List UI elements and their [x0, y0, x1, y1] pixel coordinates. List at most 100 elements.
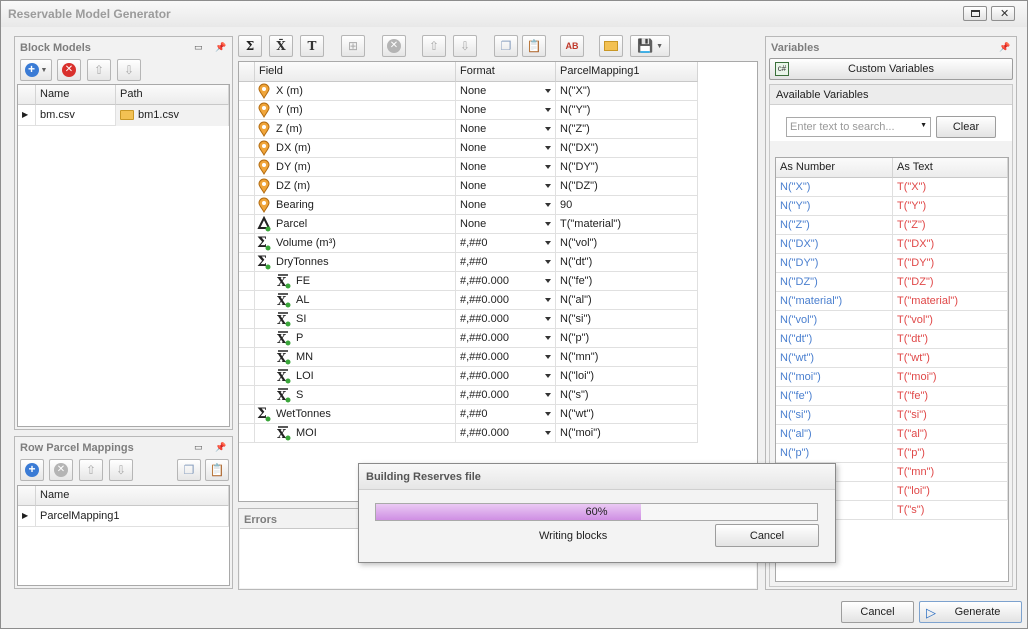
mapping-cell[interactable]: 90	[556, 196, 698, 215]
format-dropdown[interactable]: None	[456, 196, 556, 215]
format-dropdown[interactable]: #,##0.000	[456, 348, 556, 367]
field-cell[interactable]: DY (m)	[255, 158, 456, 177]
paste-button[interactable]: 📋	[522, 35, 546, 57]
close-button[interactable]: ✕	[991, 6, 1015, 21]
as-number-cell[interactable]: N("moi")	[776, 368, 893, 387]
mapping-cell[interactable]: N("s")	[556, 386, 698, 405]
as-number-cell[interactable]: N("si")	[776, 406, 893, 425]
field-cell[interactable]: DX (m)	[255, 139, 456, 158]
as-number-cell[interactable]: N("al")	[776, 425, 893, 444]
variable-row[interactable]: N("fe") T("fe")	[776, 387, 1008, 406]
field-cell[interactable]: X FE	[255, 272, 456, 291]
mapping-row[interactable]: X MN #,##0.000 N("mn")	[239, 348, 698, 367]
mapping-cell[interactable]: N("moi")	[556, 424, 698, 443]
field-cell[interactable]: X AL	[255, 291, 456, 310]
text-field-button[interactable]: T	[300, 35, 324, 57]
variable-row[interactable]: N("wt") T("wt")	[776, 349, 1008, 368]
remove-model-button[interactable]: ✕	[57, 59, 81, 81]
column-header-name[interactable]: Name	[36, 486, 229, 506]
mapping-row[interactable]: Σ Volume (m³) #,##0 N("vol")	[239, 234, 698, 253]
format-dropdown[interactable]: None	[456, 139, 556, 158]
mapping-cell[interactable]: N("vol")	[556, 234, 698, 253]
format-dropdown[interactable]: None	[456, 120, 556, 139]
clear-button[interactable]: Clear	[936, 116, 996, 138]
as-number-cell[interactable]: N("Z")	[776, 216, 893, 235]
cancel-button[interactable]: Cancel	[841, 601, 914, 623]
variable-row[interactable]: N("vol") T("vol")	[776, 311, 1008, 330]
model-name-cell[interactable]: bm.csv	[36, 105, 116, 126]
column-header-as-text[interactable]: As Text	[893, 158, 1008, 178]
sum-field-button[interactable]: Σ	[238, 35, 262, 57]
as-number-cell[interactable]: N("X")	[776, 178, 893, 197]
mapping-row[interactable]: X AL #,##0.000 N("al")	[239, 291, 698, 310]
mapping-cell[interactable]: N("X")	[556, 82, 698, 101]
mapping-cell[interactable]: N("al")	[556, 291, 698, 310]
variable-row[interactable]: N("si") T("si")	[776, 406, 1008, 425]
column-header-format[interactable]: Format	[456, 62, 556, 82]
mapping-row[interactable]: X MOI #,##0.000 N("moi")	[239, 424, 698, 443]
copy-button[interactable]: ❐	[177, 459, 201, 481]
field-cell[interactable]: DZ (m)	[255, 177, 456, 196]
format-dropdown[interactable]: None	[456, 215, 556, 234]
mapping-cell[interactable]: N("mn")	[556, 348, 698, 367]
as-number-cell[interactable]: N("p")	[776, 444, 893, 463]
format-dropdown[interactable]: #,##0	[456, 234, 556, 253]
format-dropdown[interactable]: None	[456, 158, 556, 177]
mapping-row[interactable]: X FE #,##0.000 N("fe")	[239, 272, 698, 291]
mapping-cell[interactable]: N("dt")	[556, 253, 698, 272]
format-dropdown[interactable]: None	[456, 82, 556, 101]
column-header-field[interactable]: Field	[255, 62, 456, 82]
mapping-row[interactable]: DX (m) None N("DX")	[239, 139, 698, 158]
maximize-icon[interactable]: ▭	[194, 442, 203, 453]
field-cell[interactable]: X (m)	[255, 82, 456, 101]
as-number-cell[interactable]: N("fe")	[776, 387, 893, 406]
variable-row[interactable]: N("dt") T("dt")	[776, 330, 1008, 349]
custom-variables-button[interactable]: c# Custom Variables	[769, 58, 1013, 80]
mapping-row[interactable]: X S #,##0.000 N("s")	[239, 386, 698, 405]
variable-row[interactable]: N("DX") T("DX")	[776, 235, 1008, 254]
variable-row[interactable]: N("Z") T("Z")	[776, 216, 1008, 235]
variable-row[interactable]: N("Y") T("Y")	[776, 197, 1008, 216]
as-text-cell[interactable]: T("si")	[893, 406, 1008, 425]
pin-icon[interactable]: 📌	[215, 42, 226, 53]
add-model-button[interactable]: + ▼	[20, 59, 52, 81]
as-text-cell[interactable]: T("s")	[893, 501, 1008, 520]
save-button[interactable]: 💾 ▼	[630, 35, 670, 57]
open-button[interactable]	[599, 35, 623, 57]
as-text-cell[interactable]: T("mn")	[893, 463, 1008, 482]
as-text-cell[interactable]: T("wt")	[893, 349, 1008, 368]
format-dropdown[interactable]: #,##0.000	[456, 329, 556, 348]
field-cell[interactable]: X MN	[255, 348, 456, 367]
move-up-button[interactable]: ⇧	[79, 459, 103, 481]
column-header-mapping[interactable]: ParcelMapping1	[556, 62, 698, 82]
format-dropdown[interactable]: #,##0.000	[456, 310, 556, 329]
variable-row[interactable]: N("DY") T("DY")	[776, 254, 1008, 273]
mapping-cell[interactable]: N("si")	[556, 310, 698, 329]
as-text-cell[interactable]: T("DY")	[893, 254, 1008, 273]
as-text-cell[interactable]: T("vol")	[893, 311, 1008, 330]
generate-button[interactable]: ▷ Generate	[919, 601, 1022, 623]
format-dropdown[interactable]: None	[456, 101, 556, 120]
as-text-cell[interactable]: T("p")	[893, 444, 1008, 463]
as-text-cell[interactable]: T("moi")	[893, 368, 1008, 387]
field-cell[interactable]: Z (m)	[255, 120, 456, 139]
add-field-button[interactable]: ⊞	[341, 35, 365, 57]
delete-field-button[interactable]: ✕	[382, 35, 406, 57]
as-text-cell[interactable]: T("Y")	[893, 197, 1008, 216]
column-header-name[interactable]: Name	[36, 85, 116, 105]
format-dropdown[interactable]: #,##0.000	[456, 386, 556, 405]
mapping-cell[interactable]: N("loi")	[556, 367, 698, 386]
mapping-cell[interactable]: N("DX")	[556, 139, 698, 158]
mapping-row[interactable]: X (m) None N("X")	[239, 82, 698, 101]
as-number-cell[interactable]: N("dt")	[776, 330, 893, 349]
mapping-cell[interactable]: N("Y")	[556, 101, 698, 120]
as-text-cell[interactable]: T("material")	[893, 292, 1008, 311]
move-field-down-button[interactable]: ⇩	[453, 35, 477, 57]
field-cell[interactable]: Bearing	[255, 196, 456, 215]
as-text-cell[interactable]: T("DX")	[893, 235, 1008, 254]
as-number-cell[interactable]: N("vol")	[776, 311, 893, 330]
as-text-cell[interactable]: T("X")	[893, 178, 1008, 197]
field-cell[interactable]: X MOI	[255, 424, 456, 443]
mapping-cell[interactable]: T("material")	[556, 215, 698, 234]
field-cell[interactable]: X SI	[255, 310, 456, 329]
